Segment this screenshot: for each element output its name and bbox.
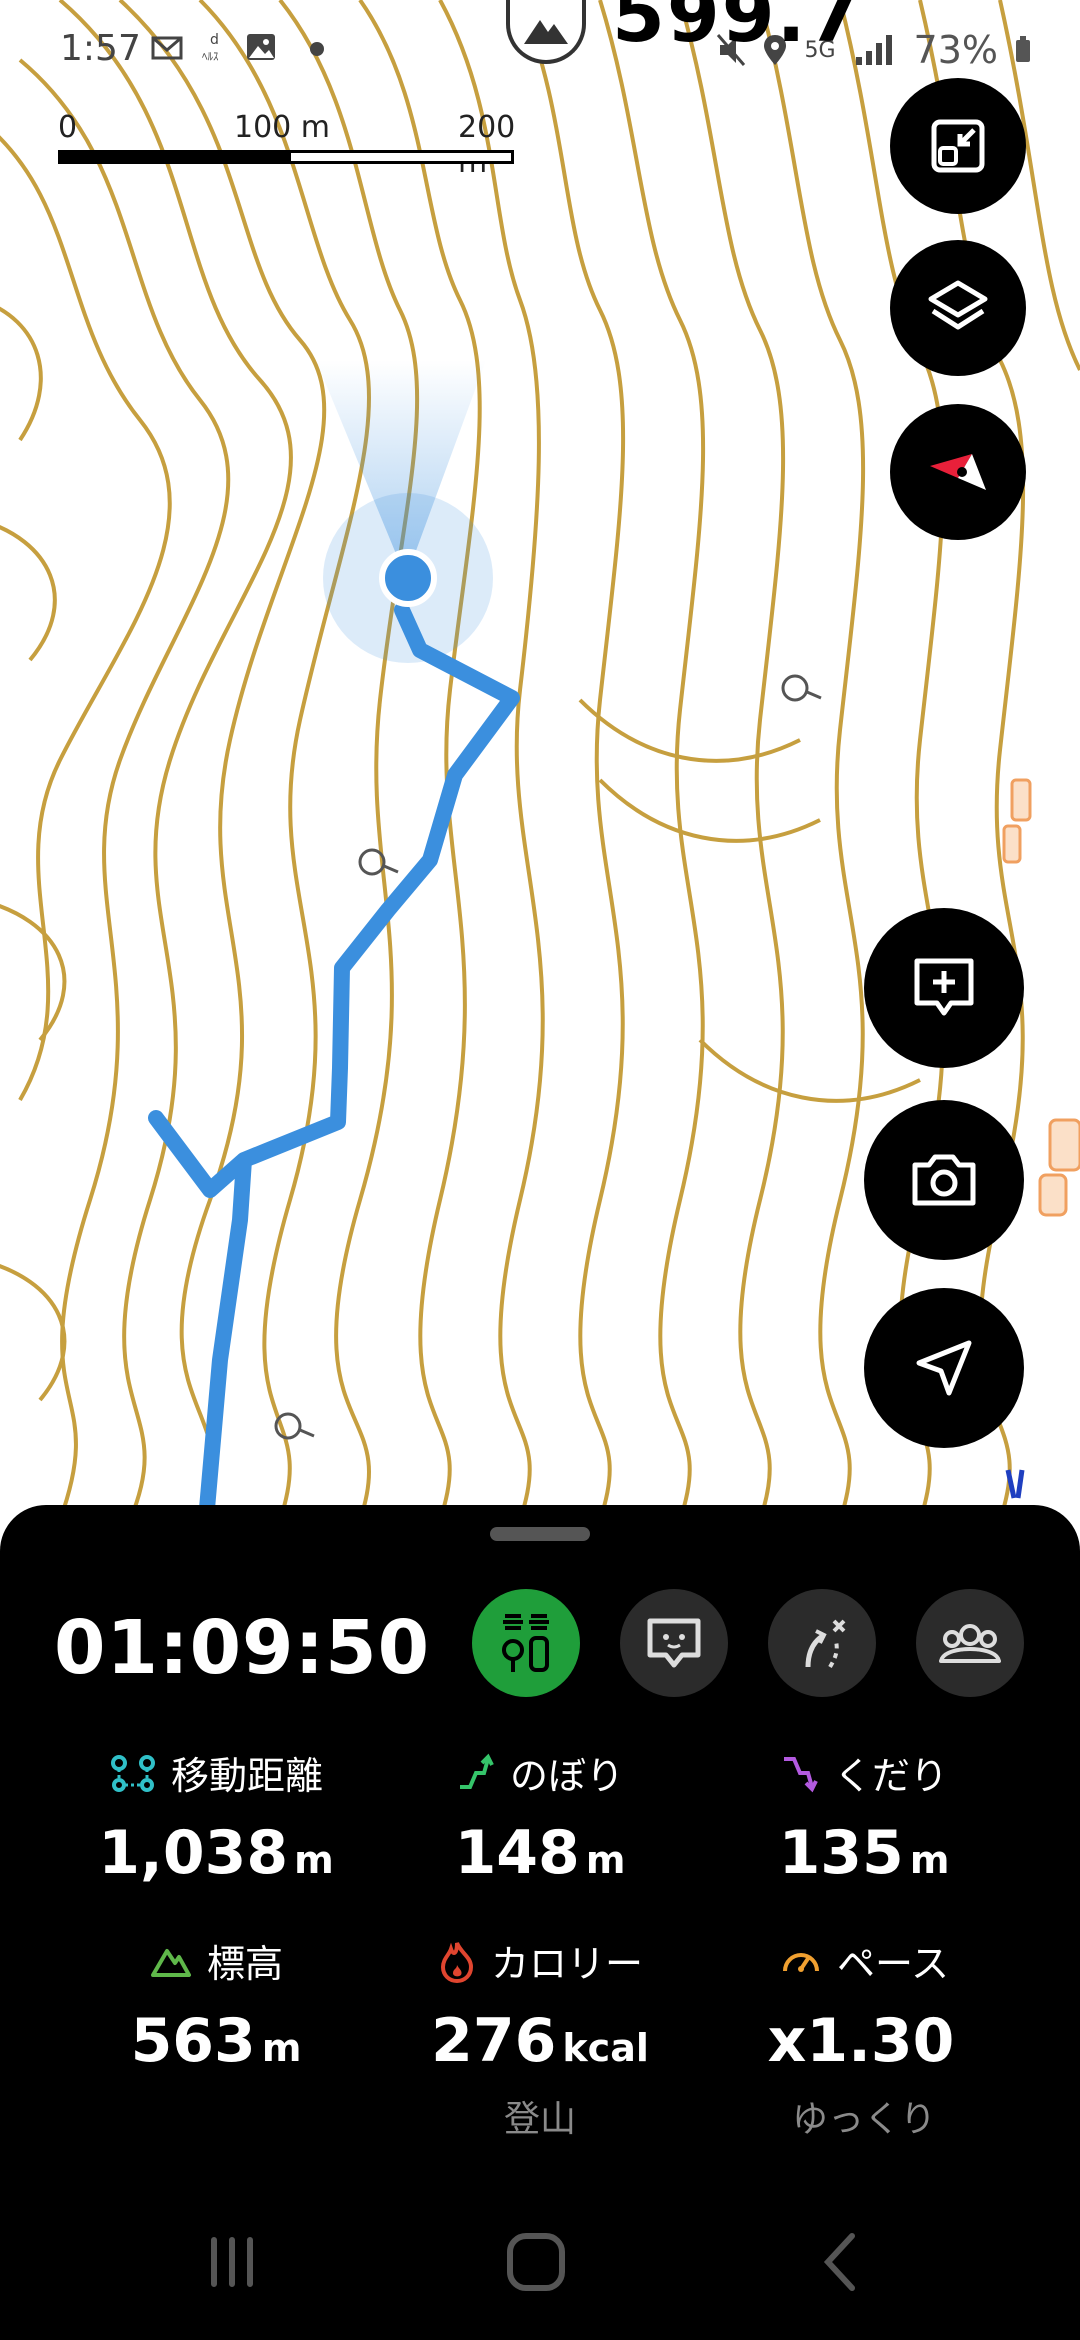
distance-icon	[110, 1754, 155, 1792]
gallery-icon	[247, 34, 275, 60]
stat-pace: ペース x1.30 ゆっくり	[694, 1933, 1034, 2142]
layers-button[interactable]	[890, 240, 1026, 376]
stat-value: 276	[431, 2006, 557, 2076]
scale-label-100: 100 m	[234, 110, 331, 145]
app-logo	[506, 0, 586, 64]
fit-screen-button[interactable]	[890, 78, 1026, 214]
layers-icon	[928, 280, 988, 330]
ascent-icon	[459, 1753, 494, 1789]
notification-dot	[310, 42, 324, 56]
add-memo-icon	[914, 958, 974, 1016]
home-icon[interactable]	[504, 2230, 568, 2294]
compass-button[interactable]	[890, 404, 1026, 540]
scale-label-200: 200 m	[458, 110, 516, 180]
elapsed-timer: 01:09:50	[54, 1605, 431, 1691]
stat-label: のぼり	[509, 1754, 624, 1798]
locate-button[interactable]	[864, 1288, 1024, 1448]
stat-sub: 登山	[503, 2099, 576, 2140]
activity-mode-button[interactable]	[472, 1589, 580, 1697]
map-scale: 0 100 m 200 m	[58, 110, 518, 180]
stat-label: 標高	[206, 1942, 283, 1986]
stat-unit: kcal	[562, 2026, 649, 2070]
stat-unit: m	[909, 1838, 950, 1882]
drag-handle[interactable]	[490, 1527, 590, 1541]
compass-icon	[930, 454, 986, 490]
chat-bubble-icon	[647, 1618, 701, 1668]
recent-apps-icon[interactable]	[200, 2230, 264, 2294]
battery-icon	[1016, 36, 1030, 62]
camera-button[interactable]	[864, 1100, 1024, 1260]
battery-level: 73%	[913, 28, 998, 72]
stat-calories: カロリー 276 kcal 登山	[370, 1933, 710, 2142]
navigation-arrow-icon	[916, 1340, 972, 1396]
stat-elevation: 標高 563 m	[46, 1933, 386, 2076]
activity-icon	[502, 1614, 549, 1672]
stat-ascent: のぼり 148 m	[370, 1745, 710, 1888]
stat-value: 148	[454, 1818, 580, 1888]
fit-screen-icon	[931, 119, 985, 173]
descent-icon	[783, 1756, 818, 1792]
camera-icon	[912, 1154, 976, 1206]
stat-unit: m	[585, 1838, 626, 1882]
status-time: 1:57	[60, 28, 141, 69]
track-line	[148, 602, 520, 1520]
mountain-icon	[150, 1948, 191, 1977]
group-mode-button[interactable]	[916, 1589, 1024, 1697]
stat-label: くだり	[833, 1754, 948, 1798]
scale-bar	[58, 150, 514, 164]
stat-descent: くだり 135 m	[694, 1745, 1034, 1888]
stat-label: カロリー	[490, 1942, 643, 1986]
route-icon	[805, 1619, 846, 1669]
stat-label: 移動距離	[170, 1754, 323, 1798]
route-mode-button[interactable]	[768, 1589, 876, 1697]
mail-icon	[151, 36, 183, 60]
back-icon[interactable]	[808, 2230, 872, 2294]
d-health-icon: d ﾍﾙｽ	[202, 32, 219, 63]
add-memo-button[interactable]	[864, 908, 1024, 1068]
activity-panel[interactable]: 01:09:50 移動距離 1,038 m のぼり 148 m くだり 135 m	[0, 1505, 1080, 2340]
elevation-readout: 599.7	[612, 0, 863, 59]
stat-value: 135	[778, 1818, 904, 1888]
chat-mode-button[interactable]	[620, 1589, 728, 1697]
stat-unit: m	[261, 2026, 302, 2070]
svg-text:d: d	[210, 32, 219, 48]
stat-value: 563	[130, 2006, 256, 2076]
group-icon	[939, 1624, 1001, 1663]
system-nav-bar	[0, 2210, 1080, 2320]
scale-label-0: 0	[58, 110, 78, 145]
svg-text:ﾍﾙｽ: ﾍﾙｽ	[202, 50, 219, 63]
stat-value: 1,038	[98, 1818, 289, 1888]
stat-sub: ゆっくり	[791, 2099, 936, 2140]
speedometer-icon	[782, 1952, 819, 1972]
stat-value: x1.30	[767, 2006, 955, 2076]
stat-label: ペース	[836, 1942, 950, 1986]
flame-icon	[440, 1941, 473, 1983]
stat-unit: m	[294, 1838, 334, 1882]
current-location-marker	[379, 549, 437, 607]
stat-distance: 移動距離 1,038 m	[46, 1745, 386, 1888]
